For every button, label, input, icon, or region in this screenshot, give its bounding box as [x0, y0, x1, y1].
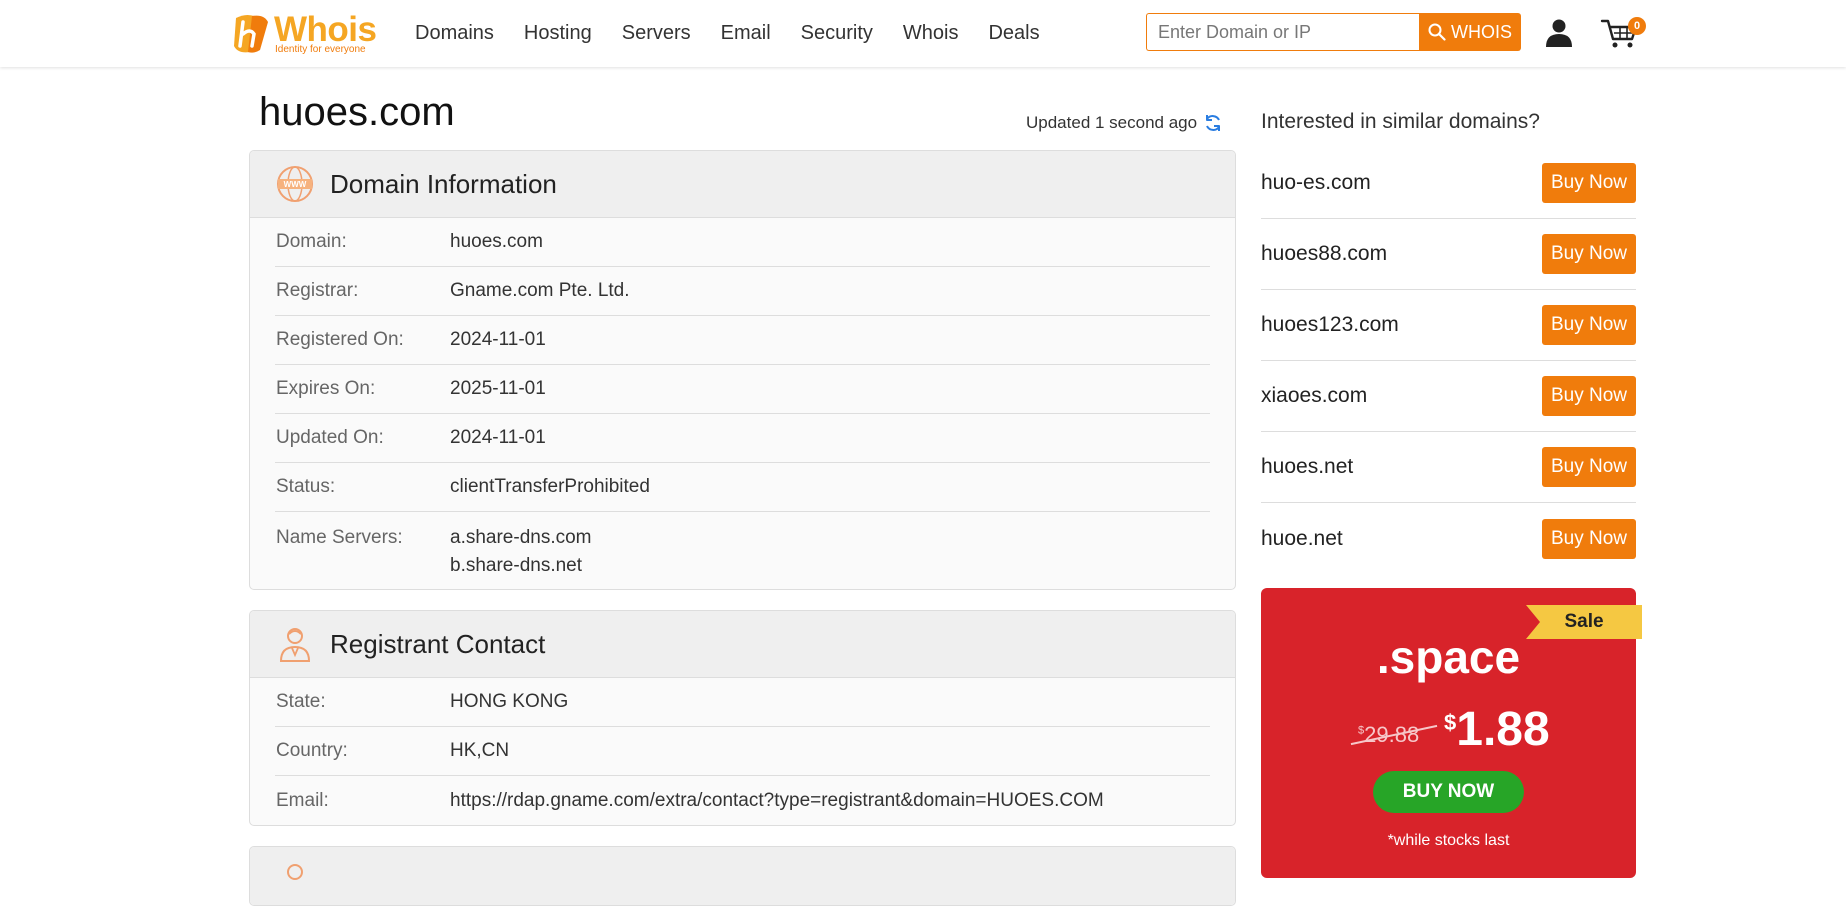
user-account-icon[interactable]	[1544, 18, 1574, 48]
updated-text: Updated 1 second ago	[1026, 113, 1198, 132]
promo-note: *while stocks last	[1387, 832, 1510, 849]
buy-now-button[interactable]: Buy Now	[1542, 234, 1636, 274]
table-row: Domain: huoes.com	[275, 218, 1210, 267]
search-input[interactable]	[1146, 13, 1419, 51]
registrant-contact-title: Registrant Contact	[330, 628, 546, 659]
table-row: Status: clientTransferProhibited	[275, 463, 1210, 512]
domain-information-header: WWW Domain Information	[250, 151, 1235, 218]
nav-deals[interactable]: Deals	[988, 22, 1039, 45]
nav-domains[interactable]: Domains	[415, 22, 494, 45]
cart-count-badge: 0	[1628, 17, 1646, 35]
logo-tagline: Identity for everyone	[275, 44, 366, 55]
name-server: a.share-dns.com	[450, 527, 592, 548]
next-contact-header	[250, 847, 1235, 905]
suggested-domain[interactable]: huoes123.com	[1261, 313, 1399, 337]
domain-information-rows: Domain: huoes.com Registrar: Gname.com P…	[250, 218, 1235, 589]
similar-domains-title: Interested in similar domains?	[1261, 110, 1540, 133]
site-header: Whois Identity for everyone Domains Host…	[0, 0, 1846, 67]
list-item: huoes123.com Buy Now	[1261, 290, 1636, 361]
row-label: State:	[276, 691, 326, 712]
person-icon	[287, 864, 303, 880]
name-servers-value: a.share-dns.com b.share-dns.net	[450, 524, 592, 580]
row-label: Registered On:	[276, 329, 404, 350]
table-row: Updated On: 2024-11-01	[275, 414, 1210, 463]
nav-whois[interactable]: Whois	[903, 22, 959, 45]
buy-now-button[interactable]: Buy Now	[1542, 447, 1636, 487]
promo-buy-now-button[interactable]: BUY NOW	[1373, 771, 1524, 813]
list-item: huoes88.com Buy Now	[1261, 219, 1636, 290]
row-value: 2025-11-01	[450, 378, 546, 399]
domain-information-card: WWW Domain Information Domain: huoes.com…	[249, 150, 1236, 590]
table-row: Registered On: 2024-11-01	[275, 316, 1210, 365]
row-label: Name Servers:	[276, 527, 403, 548]
sale-price: $1.88	[1444, 702, 1550, 757]
search-button-label: WHOIS	[1451, 21, 1512, 42]
table-row: State: HONG KONG	[275, 678, 1210, 727]
registrant-contact-header: Registrant Contact	[250, 611, 1235, 678]
suggested-domain[interactable]: huo-es.com	[1261, 171, 1371, 195]
main-nav: Domains Hosting Servers Email Security W…	[415, 0, 1070, 67]
registrant-contact-rows: State: HONG KONG Country: HK,CN Email: h…	[250, 678, 1235, 825]
promo-tld: .space	[1376, 631, 1521, 683]
table-row: Registrar: Gname.com Pte. Ltd.	[275, 267, 1210, 316]
row-value: HK,CN	[450, 740, 510, 761]
domain-information-title: Domain Information	[330, 168, 557, 199]
row-value: clientTransferProhibited	[450, 476, 650, 497]
search-icon	[1428, 23, 1446, 41]
list-item: huoes.net Buy Now	[1261, 432, 1636, 503]
row-value: HONG KONG	[450, 691, 569, 712]
row-value: Gname.com Pte. Ltd.	[450, 280, 630, 301]
registrant-contact-card: Registrant Contact State: HONG KONG Coun…	[249, 610, 1236, 826]
next-contact-card	[249, 846, 1236, 906]
suggested-domain[interactable]: xiaoes.com	[1261, 384, 1367, 408]
name-server: b.share-dns.net	[450, 555, 583, 576]
person-icon	[279, 628, 311, 662]
nav-servers[interactable]: Servers	[622, 22, 691, 45]
page-title: huoes.com	[259, 90, 455, 134]
whois-search: WHOIS	[1146, 13, 1521, 51]
list-item: huo-es.com Buy Now	[1261, 148, 1636, 219]
whois-search-button[interactable]: WHOIS	[1419, 13, 1521, 51]
row-value: 2024-11-01	[450, 427, 546, 448]
nav-hosting[interactable]: Hosting	[524, 22, 592, 45]
table-row: Country: HK,CN	[275, 727, 1210, 776]
similar-domains-sidebar: Interested in similar domains? huo-es.co…	[1261, 110, 1636, 574]
svg-text:WWW: WWW	[284, 180, 307, 189]
row-label: Country:	[276, 740, 348, 761]
table-row: Name Servers: a.share-dns.com b.share-dn…	[275, 512, 1210, 589]
list-item: huoe.net Buy Now	[1261, 503, 1636, 574]
sale-price-value: 1.88	[1456, 703, 1550, 756]
logo-mark-icon	[234, 15, 268, 53]
list-item: xiaoes.com Buy Now	[1261, 361, 1636, 432]
nav-email[interactable]: Email	[721, 22, 771, 45]
buy-now-button[interactable]: Buy Now	[1542, 163, 1636, 203]
suggested-domain[interactable]: huoe.net	[1261, 527, 1343, 551]
suggested-domain[interactable]: huoes.net	[1261, 455, 1353, 479]
updated-status: Updated 1 second ago	[1026, 113, 1223, 133]
table-row: Email: https://rdap.gname.com/extra/cont…	[275, 776, 1210, 825]
refresh-icon[interactable]	[1203, 113, 1223, 133]
table-row: Expires On: 2025-11-01	[275, 365, 1210, 414]
row-value: huoes.com	[450, 231, 543, 252]
buy-now-button[interactable]: Buy Now	[1542, 518, 1636, 559]
buy-now-button[interactable]: Buy Now	[1542, 376, 1636, 416]
row-label: Email:	[276, 789, 329, 811]
www-globe-icon: WWW	[277, 166, 313, 202]
suggested-domain[interactable]: huoes88.com	[1261, 242, 1387, 266]
row-value: 2024-11-01	[450, 329, 546, 350]
row-value: https://rdap.gname.com/extra/contact?typ…	[450, 789, 1104, 811]
row-label: Domain:	[276, 231, 347, 252]
sale-price-currency: $	[1444, 710, 1457, 735]
old-price: $29.88	[1350, 722, 1438, 748]
row-label: Status:	[276, 476, 336, 497]
row-label: Updated On:	[276, 427, 384, 448]
buy-now-button[interactable]: Buy Now	[1542, 305, 1636, 345]
whois-logo[interactable]: Whois Identity for everyone	[228, 10, 380, 55]
row-label: Expires On:	[276, 378, 376, 399]
nav-security[interactable]: Security	[801, 22, 873, 45]
row-label: Registrar:	[276, 280, 359, 301]
